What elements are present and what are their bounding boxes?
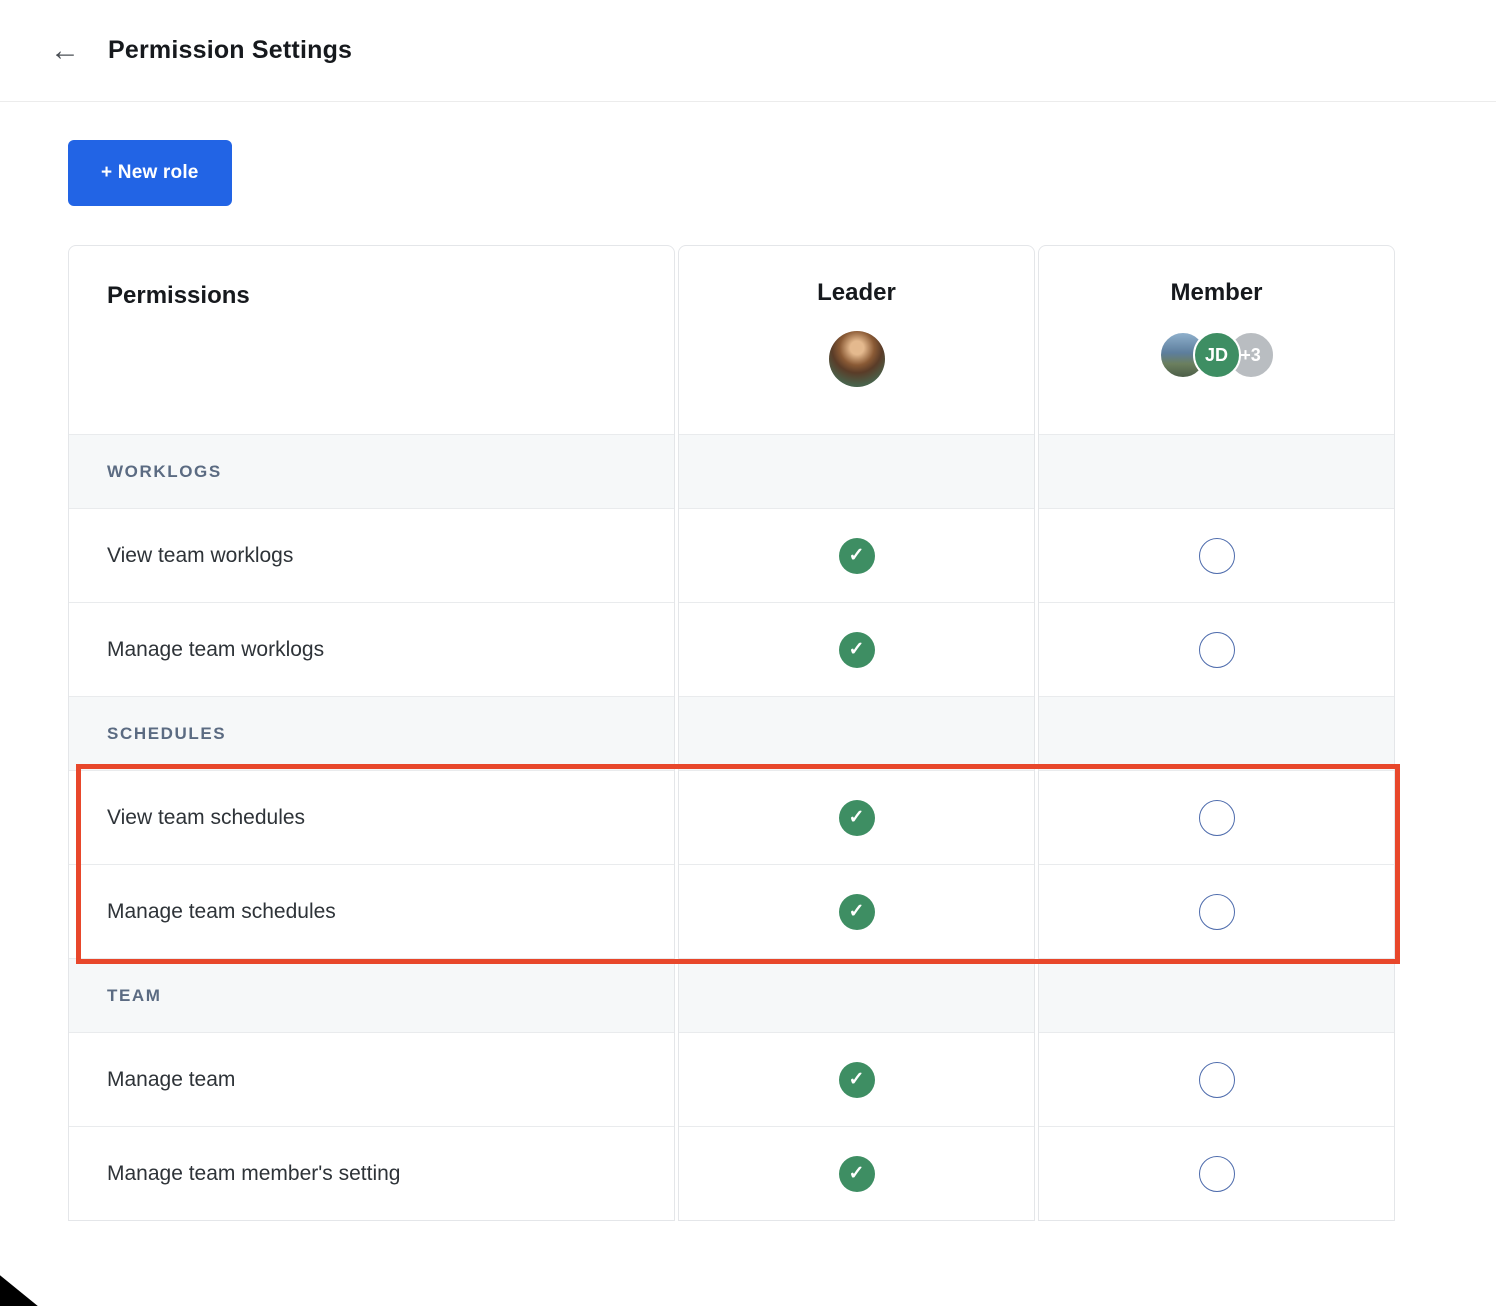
- permission-row-label: Manage team schedules: [69, 864, 674, 958]
- main-content: + New role Permissions WORKLOGS View tea…: [0, 102, 1496, 1221]
- member-toggle-cell: [1039, 602, 1394, 696]
- leader-column-header: Leader: [679, 246, 1034, 434]
- member-toggle-cell: [1039, 864, 1394, 958]
- permission-row-label: View team worklogs: [69, 508, 674, 602]
- check-icon[interactable]: ✓: [839, 1156, 875, 1192]
- section-spacer: [679, 696, 1034, 770]
- permission-row-label: View team schedules: [69, 770, 674, 864]
- check-icon[interactable]: ✓: [839, 538, 875, 574]
- member-header-label: Member: [1170, 279, 1262, 307]
- permission-row-label: Manage team: [69, 1032, 674, 1126]
- new-role-button[interactable]: + New role: [68, 140, 232, 206]
- permissions-column-header: Permissions: [69, 246, 674, 434]
- radio-unchecked-icon[interactable]: [1199, 538, 1235, 574]
- member-column-header: Member JD +3: [1039, 246, 1394, 434]
- member-column: Member JD +3: [1038, 245, 1395, 1221]
- leader-toggle-cell: ✓: [679, 1126, 1034, 1220]
- member-avatar-initials: JD: [1193, 331, 1241, 379]
- radio-unchecked-icon[interactable]: [1199, 1156, 1235, 1192]
- leader-avatar: [829, 331, 885, 387]
- section-header-schedules: SCHEDULES: [69, 696, 674, 770]
- radio-unchecked-icon[interactable]: [1199, 632, 1235, 668]
- member-toggle-cell: [1039, 770, 1394, 864]
- leader-toggle-cell: ✓: [679, 1032, 1034, 1126]
- section-header-worklogs: WORKLOGS: [69, 434, 674, 508]
- check-icon[interactable]: ✓: [839, 800, 875, 836]
- permissions-header-label: Permissions: [107, 282, 250, 310]
- section-spacer: [1039, 696, 1394, 770]
- section-spacer: [1039, 434, 1394, 508]
- member-toggle-cell: [1039, 1126, 1394, 1220]
- section-spacer: [1039, 958, 1394, 1032]
- member-toggle-cell: [1039, 1032, 1394, 1126]
- leader-toggle-cell: ✓: [679, 864, 1034, 958]
- radio-unchecked-icon[interactable]: [1199, 800, 1235, 836]
- leader-column: Leader ✓ ✓ ✓ ✓ ✓ ✓: [678, 245, 1035, 1221]
- leader-header-label: Leader: [817, 279, 896, 307]
- section-spacer: [679, 958, 1034, 1032]
- back-arrow-icon[interactable]: ←: [50, 36, 80, 66]
- leader-toggle-cell: ✓: [679, 508, 1034, 602]
- top-bar: ← Permission Settings: [0, 0, 1496, 102]
- permissions-table: Permissions WORKLOGS View team worklogs …: [68, 245, 1395, 1221]
- check-icon[interactable]: ✓: [839, 1062, 875, 1098]
- section-header-team: TEAM: [69, 958, 674, 1032]
- check-icon[interactable]: ✓: [839, 632, 875, 668]
- radio-unchecked-icon[interactable]: [1199, 894, 1235, 930]
- permission-row-label: Manage team member's setting: [69, 1126, 674, 1220]
- member-avatar-stack: JD +3: [1159, 331, 1275, 379]
- radio-unchecked-icon[interactable]: [1199, 1062, 1235, 1098]
- cursor-artifact: [0, 1262, 54, 1306]
- permission-row-label: Manage team worklogs: [69, 602, 674, 696]
- leader-toggle-cell: ✓: [679, 602, 1034, 696]
- member-toggle-cell: [1039, 508, 1394, 602]
- check-icon[interactable]: ✓: [839, 894, 875, 930]
- leader-toggle-cell: ✓: [679, 770, 1034, 864]
- section-spacer: [679, 434, 1034, 508]
- page-title: Permission Settings: [108, 36, 352, 65]
- permissions-column: Permissions WORKLOGS View team worklogs …: [68, 245, 675, 1221]
